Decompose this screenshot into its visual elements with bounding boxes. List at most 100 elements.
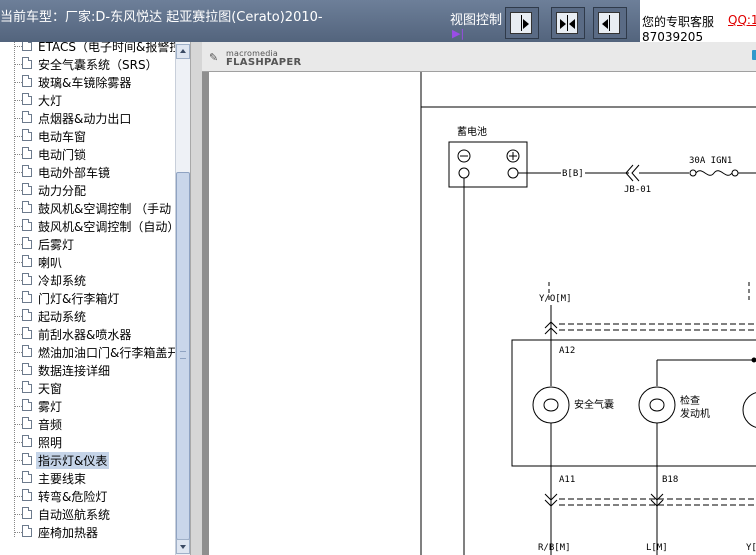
tree-item[interactable]: 安全气囊系统（SRS）: [0, 55, 175, 73]
view-fit-both-button[interactable]: [551, 7, 585, 39]
battery-box: [448, 141, 528, 188]
tree-item-label: 冷却系统: [38, 274, 87, 288]
customer-service-panel: 您的专职客服 QQ:1 87039205: [640, 0, 756, 44]
tree-connector: [14, 100, 22, 101]
tree-item[interactable]: 点烟器&动力出口: [0, 109, 175, 127]
tree-item-label: 起动系统: [38, 310, 87, 324]
tree-item[interactable]: 前刮水器&喷水器: [0, 325, 175, 343]
tree-item[interactable]: 动力分配: [0, 181, 175, 199]
tree-item-label: 门灯&行李箱灯: [38, 292, 120, 306]
system-tree: ETACS（电子时间&报警控 安全气囊系统（SRS） 玻璃&车镜除雾器 大灯 点烟器&动…: [0, 42, 175, 555]
tree-connector: [14, 298, 22, 299]
tree-item[interactable]: 数据连接详细: [0, 361, 175, 379]
document-icon: [22, 489, 32, 501]
tree-item[interactable]: 鼓风机&空调控制（自动）: [0, 217, 175, 235]
current-car-model: 当前车型：厂家:D-东风悦达 起亚赛拉图(Cerato)2010-: [0, 10, 323, 25]
pane-splitter[interactable]: [190, 42, 202, 555]
align-right-icon: [510, 12, 532, 34]
tree-item-label: 自动巡航系统: [38, 508, 111, 522]
tree-item[interactable]: 电动外部车镜: [0, 163, 175, 181]
tree-item[interactable]: 门灯&行李箱灯: [0, 289, 175, 307]
service-qq-link[interactable]: QQ:1: [728, 13, 756, 27]
wire-b-label: B[B]: [562, 169, 584, 179]
document-icon: [22, 507, 32, 519]
document-icon: [22, 435, 32, 447]
partial-lamp: [742, 392, 756, 428]
scroll-down-button[interactable]: [176, 539, 190, 554]
document-icon: [22, 201, 32, 213]
document-icon: [22, 42, 32, 51]
tree-item[interactable]: 座椅加热器: [0, 523, 175, 541]
document-icon: [22, 57, 32, 69]
scroll-up-button[interactable]: [176, 44, 190, 59]
tree-item-label: 玻璃&车镜除雾器: [38, 76, 132, 90]
tree-item[interactable]: 电动门锁: [0, 145, 175, 163]
tree-item-label: 喇叭: [38, 256, 63, 270]
tree-item[interactable]: 后雾灯: [0, 235, 175, 253]
document-icon: [22, 471, 32, 483]
tree-scrollbar[interactable]: [175, 42, 190, 555]
document-icon: [22, 453, 32, 465]
wire-yo-label: Y/O[M]: [539, 294, 572, 304]
tree-item[interactable]: 鼓风机&空调控制 （手动: [0, 199, 175, 217]
tree-item[interactable]: 转弯&危险灯: [0, 487, 175, 505]
tree-connector: [14, 190, 22, 191]
tree-item-label: 指示灯&仪表: [36, 452, 110, 469]
tree-connector: [14, 262, 22, 263]
tree-item[interactable]: 电动车窗: [0, 127, 175, 145]
tree-item[interactable]: 起动系统: [0, 307, 175, 325]
tree-item[interactable]: 喇叭: [0, 253, 175, 271]
tree-item[interactable]: 大灯: [0, 91, 175, 109]
brand-big: FLASHPAPER: [226, 57, 302, 68]
wire-rb-label: R/B[M]: [538, 543, 571, 553]
tree-connector: [14, 514, 22, 515]
tree-item-label: 电动车窗: [38, 130, 87, 144]
tree-item[interactable]: 照明: [0, 433, 175, 451]
tree-item[interactable]: 燃油加油口门&行李箱盖开: [0, 343, 175, 361]
tree-connector: [14, 172, 22, 173]
document-icon: [22, 363, 32, 375]
instrument-cluster-box: [511, 339, 756, 467]
document-icon: [22, 255, 32, 267]
tree-item[interactable]: ETACS（电子时间&报警控: [0, 42, 175, 55]
document-icon: [22, 345, 32, 357]
wiring-diagram: 蓄电池 B[B] JB-01 30A IGN1 Y/O[M] A12 安全气囊 …: [420, 72, 756, 555]
tree-item[interactable]: 指示灯&仪表: [0, 451, 175, 469]
document-page[interactable]: 蓄电池 B[B] JB-01 30A IGN1 Y/O[M] A12 安全气囊 …: [209, 72, 756, 555]
tree-connector: [14, 496, 22, 497]
service-label: 您的专职客服: [642, 15, 715, 29]
tree-item-label: 转弯&危险灯: [38, 490, 108, 504]
scroll-thumb[interactable]: [176, 172, 190, 540]
tree-item[interactable]: 音频: [0, 415, 175, 433]
tree-item-label: 后雾灯: [38, 238, 75, 252]
pin-b18: B18: [662, 475, 678, 485]
tree-item[interactable]: 自动巡航系统: [0, 505, 175, 523]
view-control-label: 视图控制: [450, 13, 503, 28]
lamp-airbag-label: 安全气囊: [574, 398, 614, 411]
tree-connector: [14, 352, 22, 353]
tree-connector: [14, 370, 22, 371]
tree-connector: [14, 208, 22, 209]
airbag-lamp: [532, 386, 570, 424]
tree-item-label: 安全气囊系统（SRS）: [38, 58, 158, 72]
tree-item[interactable]: 主要线束: [0, 469, 175, 487]
tree-item[interactable]: 天窗: [0, 379, 175, 397]
lamp-check-label-1: 检查: [680, 394, 700, 407]
tree-connector: [14, 118, 22, 119]
document-icon: [22, 525, 32, 537]
tree-connector: [14, 280, 22, 281]
tree-item[interactable]: 玻璃&车镜除雾器: [0, 73, 175, 91]
tree-connector: [14, 478, 22, 479]
tree-item[interactable]: 雾灯: [0, 397, 175, 415]
tree-connector: [14, 64, 22, 65]
align-left-icon: [598, 12, 620, 34]
tree-connector: [14, 442, 22, 443]
view-align-right-button[interactable]: [505, 7, 539, 39]
view-align-left-button[interactable]: [593, 7, 627, 39]
tree-item-label: ETACS（电子时间&报警控: [38, 42, 175, 54]
tree-connector: [14, 334, 22, 335]
pin-a12: A12: [559, 346, 575, 356]
tree-item-label: 音频: [38, 418, 63, 432]
tree-item-label: 电动门锁: [38, 148, 87, 162]
tree-item[interactable]: 冷却系统: [0, 271, 175, 289]
